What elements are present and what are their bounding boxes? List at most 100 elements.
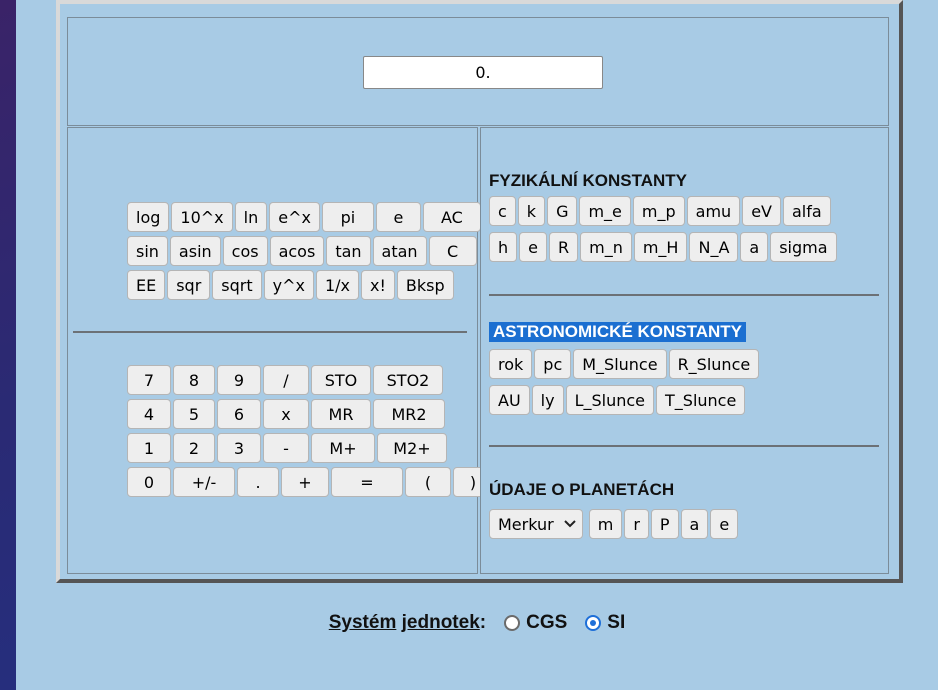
left-keypad-cell: log 10^x ln e^x pi e AC sin asin cos aco…	[67, 127, 493, 574]
function-row-3: EE sqr sqrt y^x 1/x x! Bksp	[127, 270, 454, 300]
unit-system-selector: Systém jednotek: CGS SI	[16, 612, 938, 634]
pi-button[interactable]: pi	[321, 202, 374, 232]
cos-button[interactable]: cos	[222, 236, 268, 266]
divide-button[interactable]: /	[263, 365, 309, 395]
sqr-button[interactable]: sqr	[167, 270, 211, 300]
const-m-p-button[interactable]: m_p	[632, 196, 685, 226]
astro-row-1: rok pc M_Slunce R_Slunce	[489, 349, 760, 379]
digit-9-button[interactable]: 9	[217, 365, 261, 395]
const-k-button[interactable]: k	[517, 196, 546, 226]
ee-button[interactable]: EE	[127, 270, 166, 300]
m2-plus-button[interactable]: M2+	[377, 433, 447, 463]
acos-button[interactable]: acos	[269, 236, 325, 266]
divider	[489, 294, 879, 296]
astro-row-2: AU ly L_Slunce T_Slunce	[489, 385, 746, 415]
astro-rok-button[interactable]: rok	[489, 349, 533, 379]
atan-button[interactable]: atan	[372, 236, 427, 266]
const-sigma-button[interactable]: sigma	[770, 232, 837, 262]
function-row-1: log 10^x ln e^x pi e AC	[127, 202, 481, 232]
minus-button[interactable]: -	[263, 433, 309, 463]
digit-0-button[interactable]: 0	[127, 467, 171, 497]
const-c-button[interactable]: c	[489, 196, 516, 226]
ac-button[interactable]: AC	[422, 202, 481, 232]
sin-button[interactable]: sin	[127, 236, 168, 266]
display-field[interactable]: 0.	[363, 56, 603, 89]
const-m-e-button[interactable]: m_e	[579, 196, 631, 226]
mr-button[interactable]: MR	[311, 399, 371, 429]
power-button[interactable]: y^x	[263, 270, 314, 300]
ln-button[interactable]: ln	[234, 202, 268, 232]
calculator-frame: 0. log 10^x ln e^x pi e AC sin asin cos …	[56, 0, 903, 583]
astro-t-slunce-button[interactable]: T_Slunce	[656, 385, 746, 415]
planet-select-value: Merkur	[498, 514, 554, 534]
digit-8-button[interactable]: 8	[173, 365, 215, 395]
planets-heading: ÚDAJE O PLANETÁCH	[489, 480, 675, 499]
reciprocal-button[interactable]: 1/x	[315, 270, 360, 300]
m-plus-button[interactable]: M+	[311, 433, 375, 463]
digit-7-button[interactable]: 7	[127, 365, 171, 395]
factorial-button[interactable]: x!	[361, 270, 395, 300]
digit-4-button[interactable]: 4	[127, 399, 171, 429]
planet-e-button[interactable]: e	[710, 509, 739, 539]
astro-m-slunce-button[interactable]: M_Slunce	[573, 349, 667, 379]
const-e-button[interactable]: e	[519, 232, 547, 262]
const-amu-button[interactable]: amu	[686, 196, 741, 226]
multiply-button[interactable]: x	[263, 399, 309, 429]
planet-p-button[interactable]: P	[650, 509, 679, 539]
astro-ly-button[interactable]: ly	[531, 385, 564, 415]
physics-row-1: c k G m_e m_p amu eV alfa	[489, 196, 831, 226]
const-m-h-button[interactable]: m_H	[633, 232, 688, 262]
digit-6-button[interactable]: 6	[217, 399, 261, 429]
pow10-button[interactable]: 10^x	[171, 202, 233, 232]
log-button[interactable]: log	[127, 202, 170, 232]
physics-row-2: h e R m_n m_H N_A a sigma	[489, 232, 837, 262]
plus-button[interactable]: +	[281, 467, 329, 497]
sto-button[interactable]: STO	[311, 365, 371, 395]
planet-m-button[interactable]: m	[588, 509, 623, 539]
calculator-table: 0. log 10^x ln e^x pi e AC sin asin cos …	[60, 4, 899, 579]
open-paren-button[interactable]: (	[405, 467, 451, 497]
const-alfa-button[interactable]: alfa	[782, 196, 831, 226]
asin-button[interactable]: asin	[169, 236, 221, 266]
tan-button[interactable]: tan	[326, 236, 371, 266]
planets-row: Merkur m r P a e	[489, 509, 739, 539]
digit-2-button[interactable]: 2	[173, 433, 215, 463]
si-radio[interactable]	[585, 615, 602, 631]
mr2-button[interactable]: MR2	[373, 399, 445, 429]
si-label[interactable]: SI	[607, 612, 625, 634]
const-g-button[interactable]: G	[547, 196, 578, 226]
astro-r-slunce-button[interactable]: R_Slunce	[668, 349, 760, 379]
sqrt-button[interactable]: sqrt	[212, 270, 262, 300]
digit-1-button[interactable]: 1	[127, 433, 171, 463]
astro-au-button[interactable]: AU	[489, 385, 530, 415]
e-button[interactable]: e	[375, 202, 421, 232]
planet-buttons: m r P a e	[588, 509, 739, 539]
astro-heading: ASTRONOMICKÉ KONSTANTY	[489, 322, 747, 342]
equals-button[interactable]: =	[331, 467, 403, 497]
astro-pc-button[interactable]: pc	[534, 349, 572, 379]
sign-toggle-button[interactable]: +/-	[173, 467, 235, 497]
const-m-n-button[interactable]: m_n	[580, 232, 632, 262]
planet-r-button[interactable]: r	[624, 509, 649, 539]
display-cell: 0.	[67, 17, 889, 126]
clear-button[interactable]: C	[428, 236, 477, 266]
planet-a-button[interactable]: a	[680, 509, 709, 539]
cgs-radio[interactable]	[504, 615, 521, 631]
cgs-label[interactable]: CGS	[526, 612, 567, 634]
const-h-button[interactable]: h	[489, 232, 518, 262]
digit-5-button[interactable]: 5	[173, 399, 215, 429]
unit-system-label: Systém jednotek:	[328, 612, 487, 633]
backspace-button[interactable]: Bksp	[396, 270, 454, 300]
exp-button[interactable]: e^x	[269, 202, 320, 232]
sto2-button[interactable]: STO2	[373, 365, 443, 395]
const-a-button[interactable]: a	[740, 232, 769, 262]
const-r-button[interactable]: R	[548, 232, 579, 262]
const-n-a-button[interactable]: N_A	[689, 232, 739, 262]
decimal-point-button[interactable]: .	[237, 467, 279, 497]
digit-3-button[interactable]: 3	[217, 433, 261, 463]
const-ev-button[interactable]: eV	[742, 196, 781, 226]
astro-l-slunce-button[interactable]: L_Slunce	[565, 385, 655, 415]
divider	[73, 331, 467, 333]
numeric-row-1: 7 8 9 / STO STO2	[127, 365, 443, 395]
planet-select[interactable]: Merkur	[489, 509, 583, 539]
